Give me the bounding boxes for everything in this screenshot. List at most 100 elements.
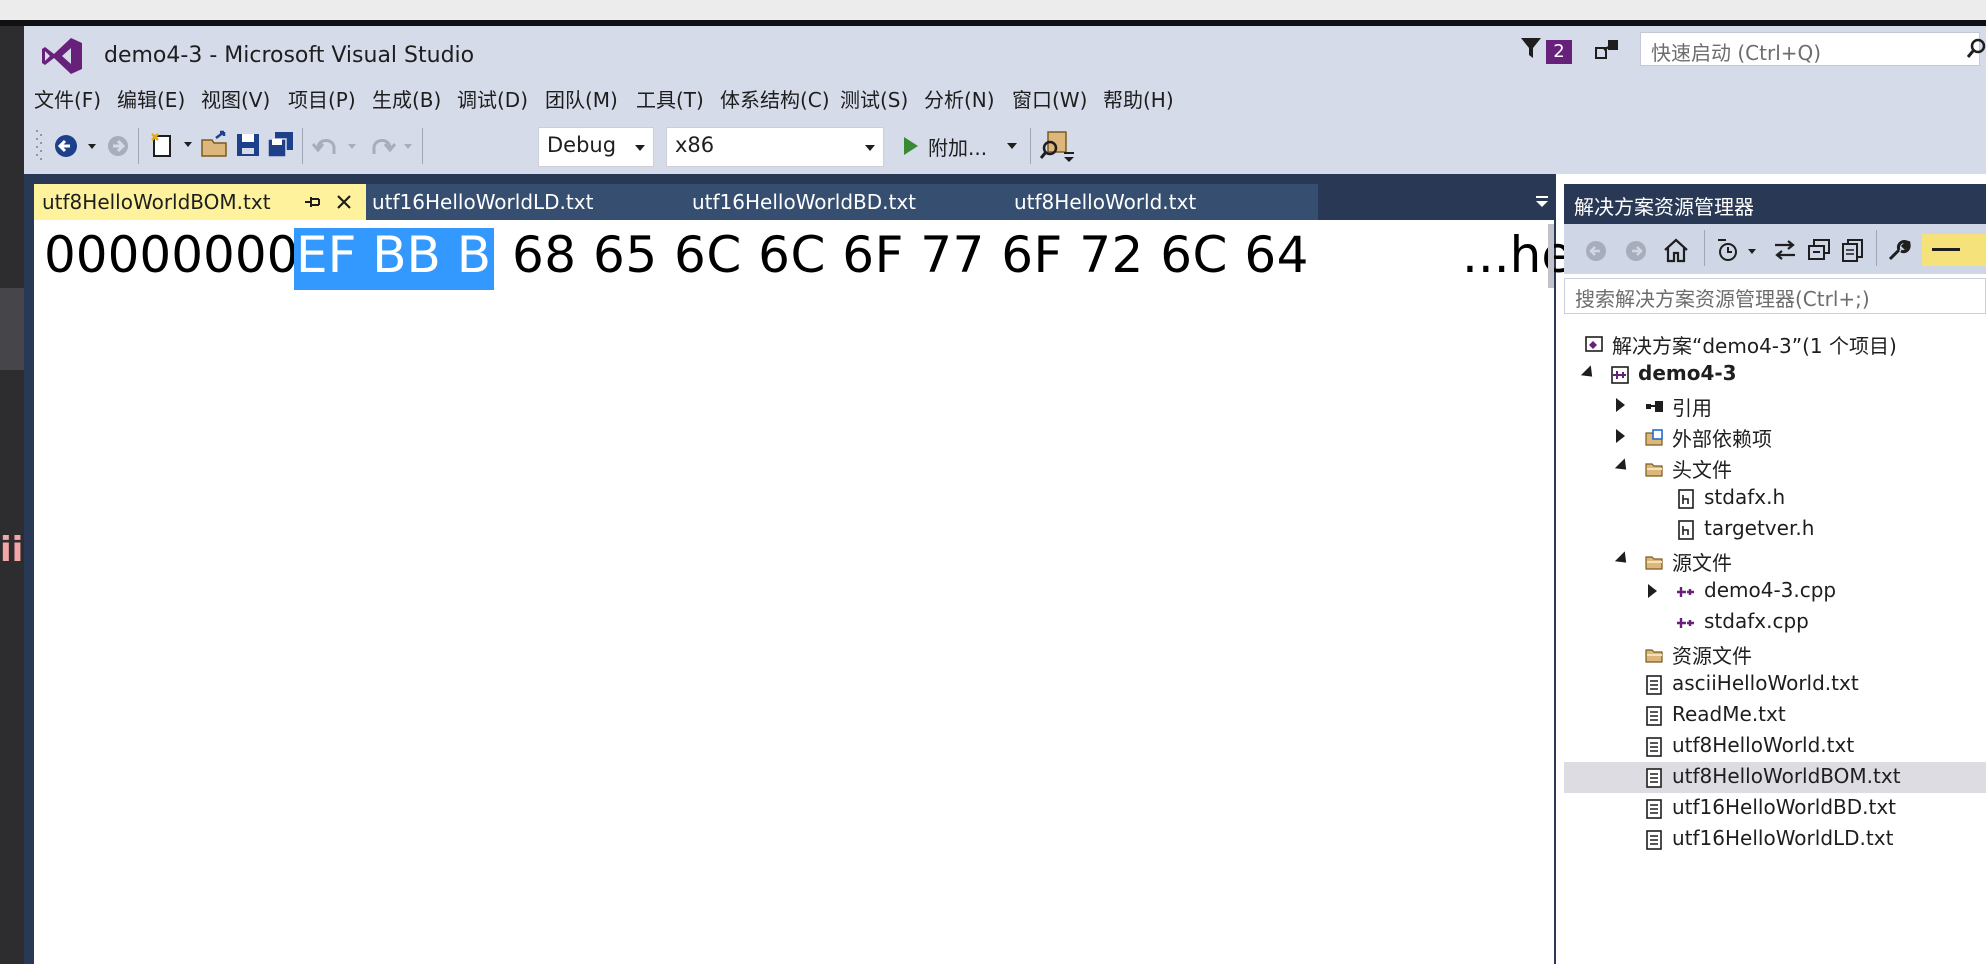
tree-item-label: asciiHelloWorld.txt — [1672, 671, 1859, 695]
tab-dropdown-icon[interactable] — [1534, 194, 1550, 210]
tree-item[interactable]: 解决方案“demo4-3”(1 个项目) — [1564, 328, 1986, 359]
save-icon[interactable] — [234, 130, 262, 160]
preview-selected-items-button[interactable] — [1922, 234, 1986, 266]
show-all-files-icon[interactable] — [1840, 237, 1866, 263]
menu-help[interactable]: 帮助(H) — [1103, 84, 1174, 116]
tree-item[interactable]: utf8HelloWorld.txt — [1564, 731, 1986, 762]
properties-wrench-icon[interactable] — [1886, 237, 1912, 263]
pin-icon[interactable] — [304, 195, 322, 209]
quick-launch-input[interactable]: 快速启动 (Ctrl+Q) — [1640, 32, 1980, 66]
tree-item[interactable]: 外部依赖项 — [1564, 421, 1986, 452]
expanded-arrow-icon[interactable] — [1614, 458, 1632, 475]
left-outer-pane — [0, 26, 24, 964]
tab-utf16helloworldld[interactable]: utf16HelloWorldLD.txt — [366, 184, 684, 220]
menu-team[interactable]: 团队(M) — [545, 84, 618, 116]
cpp-file-icon — [1677, 587, 1694, 597]
redo-icon[interactable] — [368, 132, 420, 160]
tree-item[interactable]: ReadMe.txt — [1564, 700, 1986, 731]
expanded-arrow-icon[interactable] — [1580, 365, 1598, 382]
tab-label: utf16HelloWorldBD.txt — [692, 190, 917, 214]
notification-filter-icon[interactable] — [1520, 36, 1542, 60]
collapsed-arrow-icon[interactable] — [1616, 398, 1625, 412]
toolbar-grip-icon[interactable] — [34, 128, 44, 164]
back-icon[interactable] — [1584, 239, 1608, 263]
navigate-back-icon[interactable] — [52, 132, 100, 160]
tab-utf8helloworldbom[interactable]: utf8HelloWorldBOM.txt — [34, 184, 366, 220]
hex-bytes[interactable]: 68 65 6C 6C 6F 77 6F 72 6C 64 — [512, 226, 1309, 284]
tree-item[interactable]: asciiHelloWorld.txt — [1564, 669, 1986, 700]
search-icon[interactable] — [1966, 36, 1986, 62]
tree-item[interactable]: demo4-3.cpp — [1564, 576, 1986, 607]
tree-item[interactable]: utf8HelloWorldBOM.txt — [1564, 762, 1986, 793]
text-file-icon — [1646, 830, 1662, 850]
menu-test[interactable]: 测试(S) — [840, 84, 908, 116]
save-all-icon[interactable] — [266, 130, 296, 160]
folder-icon — [1645, 556, 1663, 570]
toolbar-overflow-icon[interactable] — [1062, 148, 1076, 164]
tree-item[interactable]: utf16HelloWorldBD.txt — [1564, 793, 1986, 824]
toolbar-separator — [1704, 230, 1705, 266]
solution-explorer-search-input[interactable]: 搜索解决方案资源管理器(Ctrl+;) — [1564, 278, 1986, 314]
notification-count-badge[interactable]: 2 — [1546, 40, 1572, 64]
menu-architecture[interactable]: 体系结构(C) — [720, 84, 830, 116]
solution-platform-dropdown[interactable]: x86 — [666, 127, 884, 167]
editor-scrollbar[interactable] — [1548, 224, 1554, 288]
open-file-icon[interactable] — [200, 130, 230, 160]
close-icon[interactable] — [336, 194, 352, 210]
tree-item[interactable]: 源文件 — [1564, 545, 1986, 576]
collapsed-arrow-icon[interactable] — [1648, 584, 1657, 598]
text-file-icon — [1646, 706, 1662, 726]
tree-item[interactable]: 引用 — [1564, 390, 1986, 421]
navigate-forward-icon[interactable] — [104, 132, 132, 160]
menu-view[interactable]: 视图(V) — [201, 84, 270, 116]
menu-bar: 文件(F) 编辑(E) 视图(V) 项目(P) 生成(B) 调试(D) 团队(M… — [24, 84, 1986, 120]
tab-utf16helloworldbd[interactable]: utf16HelloWorldBD.txt — [684, 184, 1006, 220]
menu-debug[interactable]: 调试(D) — [457, 84, 528, 116]
menu-tools[interactable]: 工具(T) — [636, 84, 704, 116]
configuration-value: Debug — [547, 133, 617, 157]
tree-item[interactable]: utf16HelloWorldLD.txt — [1564, 824, 1986, 855]
hex-selected-bytes[interactable]: EF BB BF — [296, 226, 520, 284]
feedback-icon[interactable] — [1594, 36, 1622, 64]
collapsed-arrow-icon[interactable] — [1616, 429, 1625, 443]
folder-icon — [1645, 649, 1663, 663]
tab-utf8helloworld[interactable]: utf8HelloWorld.txt — [1006, 184, 1318, 220]
expanded-arrow-icon[interactable] — [1614, 551, 1632, 568]
home-icon[interactable] — [1662, 237, 1690, 263]
chevron-down-icon — [1007, 143, 1017, 149]
collapse-all-icon[interactable] — [1806, 237, 1832, 263]
hex-ascii-column[interactable]: ...he — [1462, 226, 1572, 284]
tree-item[interactable]: 资源文件 — [1564, 638, 1986, 669]
cpp-project-icon — [1611, 366, 1629, 384]
forward-icon[interactable] — [1624, 239, 1648, 263]
document-tab-strip: utf8HelloWorldBOM.txt utf16HelloWorldLD.… — [34, 184, 1556, 220]
undo-icon[interactable] — [312, 132, 364, 160]
text-file-icon — [1646, 737, 1662, 757]
toolbar-separator — [138, 128, 139, 164]
menu-edit[interactable]: 编辑(E) — [117, 84, 185, 116]
menu-window[interactable]: 窗口(W) — [1012, 84, 1087, 116]
play-icon — [904, 137, 918, 155]
tree-item[interactable]: 头文件 — [1564, 452, 1986, 483]
tree-item-label: 头文件 — [1672, 458, 1732, 482]
binary-editor[interactable] — [34, 220, 1554, 964]
pending-changes-filter-icon[interactable] — [1714, 237, 1764, 263]
solution-explorer-toolbar — [1564, 224, 1986, 274]
tree-item-label: 引用 — [1672, 396, 1712, 420]
solution-configuration-dropdown[interactable]: Debug — [538, 127, 654, 167]
tree-item[interactable]: stdafx.cpp — [1564, 607, 1986, 638]
menu-build[interactable]: 生成(B) — [372, 84, 441, 116]
new-project-icon[interactable] — [148, 130, 196, 160]
menu-project[interactable]: 项目(P) — [288, 84, 356, 116]
tree-item-label: utf8HelloWorldBOM.txt — [1672, 764, 1901, 788]
tree-item[interactable]: demo4-3 — [1564, 359, 1986, 390]
tree-item[interactable]: stdafx.h — [1564, 483, 1986, 514]
attach-button[interactable]: 附加... — [898, 128, 1026, 164]
menu-analyze[interactable]: 分析(N) — [924, 84, 995, 116]
sync-with-document-icon[interactable] — [1772, 237, 1798, 263]
menu-file[interactable]: 文件(F) — [34, 84, 101, 116]
chevron-down-icon — [635, 145, 645, 151]
tree-item[interactable]: targetver.h — [1564, 514, 1986, 545]
tree-item-label: stdafx.cpp — [1704, 609, 1809, 633]
header-file-icon — [1678, 520, 1694, 540]
